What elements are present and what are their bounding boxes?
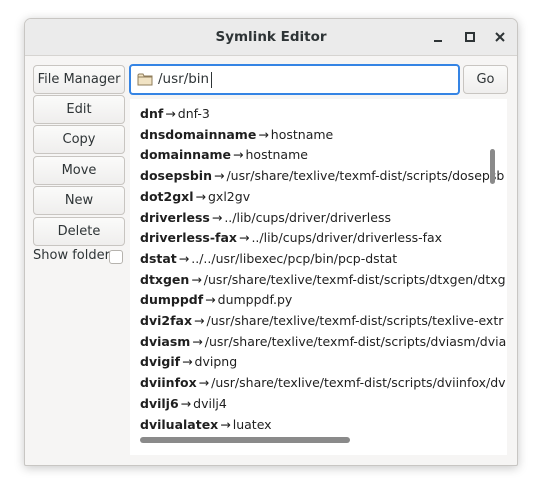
list-item[interactable]: dnf → dnf-3 — [140, 104, 210, 124]
link-name: driverless-fax — [140, 230, 237, 246]
symlink-list[interactable]: dnf → dnf-3 dnsdomainname → hostname domainnam… — [130, 99, 507, 455]
list-item[interactable]: dot2gxl → gxl2gv — [140, 187, 250, 207]
list-item[interactable]: domainname → hostname — [140, 145, 308, 165]
arrow-right-icon: → — [211, 209, 223, 225]
list-item[interactable]: dvigif → dvipng — [140, 352, 237, 372]
show-folders-checkbox[interactable] — [109, 250, 123, 264]
link-name: dvigif — [140, 354, 181, 370]
arrow-right-icon: → — [180, 395, 192, 411]
list-item[interactable]: dviinfox →/usr/share/texlive/texmf-dist/s… — [140, 373, 506, 393]
link-name: dstat — [140, 250, 177, 266]
link-name: dviinfox — [140, 375, 197, 391]
link-name: dviasm — [140, 333, 191, 349]
arrow-right-icon: → — [205, 292, 216, 308]
symlink-editor-window: Symlink Editor File Manager /usr/bin Go … — [24, 18, 518, 466]
list-item[interactable]: driverless → ../lib/cups/driver/driverless — [140, 208, 391, 228]
link-target: hostname — [245, 147, 308, 163]
path-text: /usr/bin — [158, 71, 210, 87]
edit-button[interactable]: Edit — [33, 95, 125, 124]
close-icon[interactable] — [491, 28, 509, 46]
link-name: dvilj6 — [140, 395, 179, 411]
file-manager-button[interactable]: File Manager — [33, 65, 125, 94]
list-item[interactable]: dstat → ../../usr/libexec/pcp/bin/pcp-dsta… — [140, 249, 397, 269]
link-target: ../../usr/libexec/pcp/bin/pcp-dstat — [191, 250, 398, 266]
arrow-right-icon: → — [195, 188, 206, 204]
link-target: /usr/share/texlive/texmf-dist/scripts/dv… — [204, 333, 507, 349]
list-item[interactable]: dumppdf → dumppdf.py — [140, 290, 292, 310]
link-target: dvipng — [194, 354, 238, 370]
link-target: gxl2gv — [208, 188, 251, 204]
arrow-right-icon: → — [191, 271, 202, 287]
show-folders-label: Show folders — [33, 248, 117, 263]
arrow-right-icon: → — [220, 416, 231, 432]
list-item[interactable]: dtxgen →/usr/share/texlive/texmf-dist/scr… — [140, 270, 506, 290]
arrow-right-icon: → — [198, 375, 210, 391]
arrow-right-icon: → — [258, 126, 269, 142]
list-item[interactable]: dnsdomainname → hostname — [140, 125, 333, 145]
link-target: dvilj4 — [193, 395, 227, 411]
link-name: dvi2fax — [140, 313, 193, 328]
path-input[interactable]: /usr/bin — [129, 64, 460, 95]
list-item[interactable]: dvilualatex → luatex — [140, 415, 272, 435]
link-name: dot2gxl — [140, 188, 194, 204]
vertical-scrollbar[interactable] — [490, 149, 495, 184]
arrow-right-icon: → — [238, 230, 250, 246]
list-item[interactable]: driverless-fax → ../lib/cups/driver/driver… — [140, 228, 442, 248]
arrow-right-icon: → — [213, 168, 225, 184]
link-target: /usr/share/texlive/texmf-dist/scripts/dv… — [211, 375, 506, 391]
link-name: dnsdomainname — [140, 126, 257, 142]
arrow-right-icon: → — [192, 333, 203, 349]
arrow-right-icon: → — [178, 250, 190, 266]
arrow-right-icon: → — [233, 147, 244, 163]
link-name: dvilualatex — [140, 416, 219, 432]
link-target: dumppdf.py — [217, 292, 293, 308]
link-target: /usr/share/texlive/texmf-dist/scripts/dt… — [203, 271, 506, 287]
link-target: /usr/share/texlive/texmf-dist/scripts/do… — [226, 168, 505, 184]
horizontal-scrollbar[interactable] — [140, 437, 350, 443]
arrow-right-icon: → — [182, 354, 193, 370]
go-button[interactable]: Go — [463, 65, 508, 94]
link-target: luatex — [232, 416, 272, 432]
list-item[interactable]: dosepsbin →/usr/share/texlive/texmf-dist/… — [140, 166, 504, 186]
link-name: driverless — [140, 209, 210, 225]
text-cursor — [211, 72, 212, 88]
folder-icon — [137, 72, 153, 91]
list-item[interactable]: dvi2fax →/usr/share/texlive/texmf-dist/sc… — [140, 311, 503, 331]
list-item[interactable]: dviasm →/usr/share/texlive/texmf-dist/scr… — [140, 332, 506, 352]
link-target: /usr/share/texlive/texmf-dist/scripts/te… — [206, 313, 504, 328]
new-button[interactable]: New — [33, 186, 125, 215]
link-name: dnf — [140, 106, 164, 121]
link-target: ../lib/cups/driver/driverless-fax — [251, 230, 443, 246]
arrow-right-icon: → — [165, 106, 176, 121]
link-target: dnf-3 — [177, 106, 210, 121]
move-button[interactable]: Move — [33, 156, 125, 185]
maximize-icon[interactable] — [461, 28, 479, 46]
arrow-right-icon: → — [194, 313, 205, 328]
link-name: dumppdf — [140, 292, 204, 308]
copy-button[interactable]: Copy — [33, 125, 125, 154]
link-name: domainname — [140, 147, 232, 163]
minimize-icon[interactable] — [429, 28, 447, 46]
link-target: hostname — [270, 126, 334, 142]
link-name: dosepsbin — [140, 168, 212, 184]
delete-button[interactable]: Delete — [33, 217, 125, 246]
link-name: dtxgen — [140, 271, 190, 287]
link-target: ../lib/cups/driver/driverless — [224, 209, 391, 225]
list-item[interactable]: dvilj6 → dvilj4 — [140, 394, 227, 414]
title-bar[interactable]: Symlink Editor — [25, 19, 517, 56]
